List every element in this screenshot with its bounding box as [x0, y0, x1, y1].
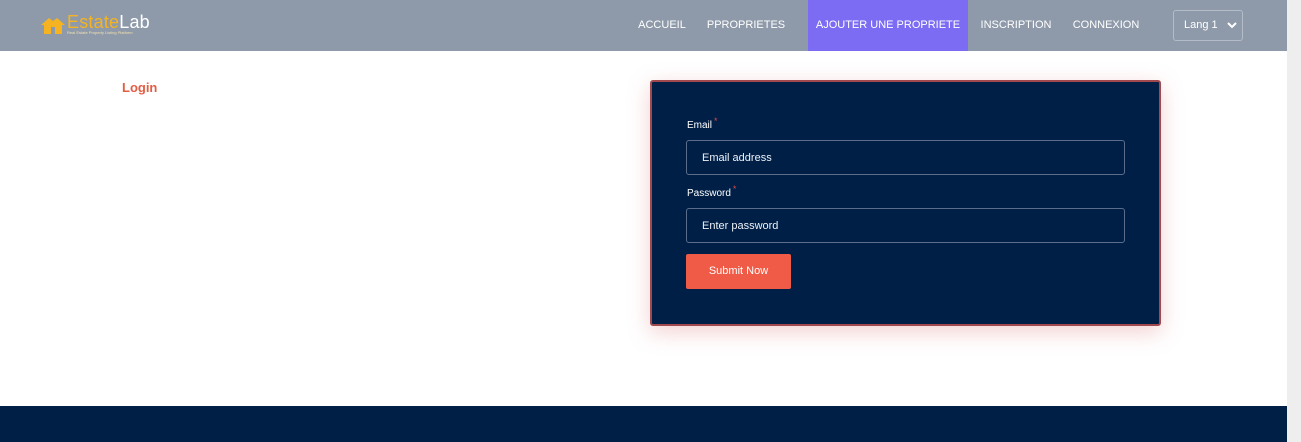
email-label: Email * — [687, 116, 718, 131]
nav-link-proprietes[interactable]: PPROPRIETES — [701, 0, 791, 51]
house-icon — [41, 18, 65, 34]
vertical-scrollbar[interactable] — [1287, 0, 1301, 442]
language-select[interactable]: Lang 1 — [1173, 10, 1243, 41]
logo-tagline: Real Estate Property Listing Platform — [67, 30, 133, 35]
footer — [0, 406, 1287, 442]
chevron-down-icon — [1227, 22, 1237, 29]
top-navbar: EstateLab Real Estate Property Listing P… — [0, 0, 1287, 51]
email-required-mark: * — [714, 116, 718, 126]
nav-link-accueil[interactable]: ACCUEIL — [628, 0, 696, 51]
login-form-card: Email* Password* Submit Now — [650, 80, 1161, 326]
email-label-text: Email — [687, 120, 713, 131]
password-required-mark: * — [732, 184, 737, 194]
logo-text: EstateLab — [67, 12, 150, 32]
page-heading: Login — [122, 80, 158, 95]
logo-brand-second: Lab — [119, 12, 150, 32]
password-label-text: Password — [687, 188, 731, 199]
nav-link-ajouter-propriete[interactable]: AJOUTER UNE PROPRIETE — [808, 0, 968, 51]
password-label: Password * — [687, 184, 736, 199]
logo[interactable]: EstateLab Real Estate Property Listing P… — [40, 12, 165, 40]
email-field[interactable] — [686, 140, 1125, 175]
logo-brand-first: Estate — [67, 12, 120, 32]
nav-link-connexion[interactable]: CONNEXION — [1066, 0, 1146, 51]
nav-link-inscription[interactable]: INSCRIPTION — [974, 0, 1058, 51]
language-select-value: Lang 1 — [1184, 19, 1218, 31]
submit-button[interactable]: Submit Now — [686, 254, 791, 289]
password-field[interactable] — [686, 208, 1125, 243]
